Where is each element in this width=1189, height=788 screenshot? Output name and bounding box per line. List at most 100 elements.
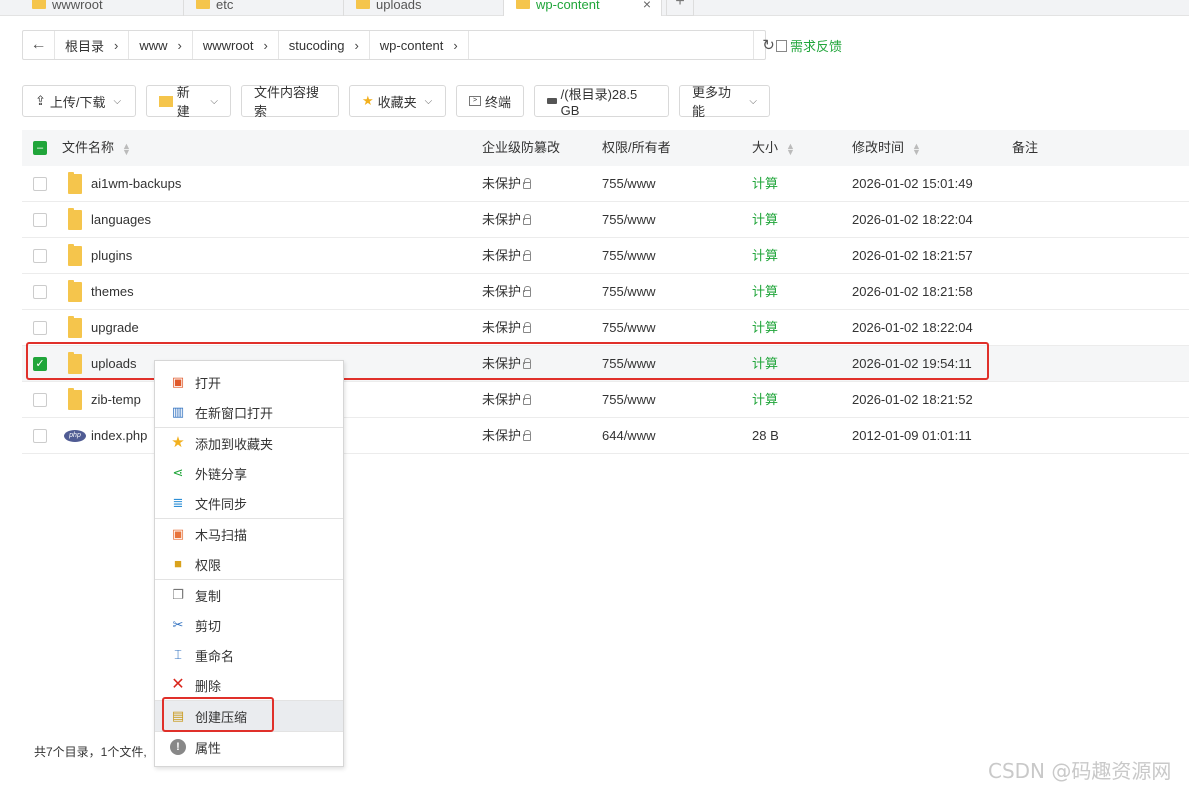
button-label: /(根目录)28.5 GB <box>560 87 638 118</box>
permission-owner[interactable]: 755/www <box>602 382 655 418</box>
header-note: 备注 <box>1012 140 1039 155</box>
chevron-down-icon: ⌵ <box>113 95 122 107</box>
menu-item-delete[interactable]: ✕ 删除 <box>155 670 343 700</box>
file-size[interactable]: 计算 <box>752 310 778 346</box>
file-name[interactable]: themes <box>91 274 134 310</box>
tamper-label: 未保护 <box>482 284 522 299</box>
breadcrumb-www[interactable]: www › <box>129 31 193 59</box>
file-size[interactable]: 计算 <box>752 166 778 202</box>
chevron-down-icon: ⌵ <box>424 95 433 107</box>
breadcrumb-wwwroot[interactable]: wwwroot › <box>193 31 279 59</box>
table-row[interactable]: themes 未保护 755/www 计算 2026-01-02 18:21:58 <box>22 274 1189 310</box>
menu-item-sync[interactable]: ≣ 文件同步 <box>155 488 343 518</box>
permission-icon: ■ <box>174 556 182 571</box>
menu-item-rename[interactable]: ⌶ 重命名 <box>155 640 343 670</box>
folder-icon <box>68 388 82 410</box>
tamper-status[interactable]: 未保护 <box>482 202 532 238</box>
select-all-checkbox[interactable]: – <box>33 141 47 155</box>
menu-item-open-new-window[interactable]: ▥ 在新窗口打开 <box>155 397 343 427</box>
php-file-icon: php <box>64 430 86 442</box>
file-size[interactable]: 计算 <box>752 274 778 310</box>
tab-wwwroot[interactable]: wwwroot <box>20 0 184 16</box>
row-checkbox[interactable] <box>33 285 47 299</box>
breadcrumb-wp-content[interactable]: wp-content › <box>370 31 469 59</box>
permission-owner[interactable]: 644/www <box>602 418 655 454</box>
tamper-status[interactable]: 未保护 <box>482 238 532 274</box>
file-name[interactable]: index.php <box>91 418 147 454</box>
tamper-status[interactable]: 未保护 <box>482 166 532 202</box>
share-icon: ⋖ <box>172 465 184 480</box>
row-checkbox[interactable] <box>33 249 47 263</box>
disk-button[interactable]: /(根目录)28.5 GB <box>534 85 669 118</box>
menu-item-copy[interactable]: ❐ 复制 <box>155 580 343 610</box>
menu-label: 在新窗口打开 <box>195 405 274 421</box>
file-name[interactable]: plugins <box>91 238 132 274</box>
file-size[interactable]: 计算 <box>752 238 778 274</box>
permission-owner[interactable]: 755/www <box>602 274 655 310</box>
menu-item-permission[interactable]: ■ 权限 <box>155 549 343 579</box>
file-name[interactable]: upgrade <box>91 310 139 346</box>
favorites-button[interactable]: ★ 收藏夹 ⌵ <box>349 85 446 117</box>
tab-wp-content[interactable]: wp-content × <box>504 0 662 16</box>
path-bar[interactable]: ← 根目录 › www › wwwroot › stucoding › wp-conte… <box>22 30 775 60</box>
menu-item-trojan-scan[interactable]: ▣ 木马扫描 <box>155 519 343 549</box>
header-mtime[interactable]: 修改时间 ▲ ▼ <box>852 130 921 166</box>
menu-item-share[interactable]: ⋖ 外链分享 <box>155 458 343 488</box>
more-functions-button[interactable]: 更多功能 ⌵ <box>679 85 770 119</box>
menu-item-cut[interactable]: ✂ 剪切 <box>155 610 343 640</box>
tamper-status[interactable]: 未保护 <box>482 382 532 418</box>
table-row[interactable]: upgrade 未保护 755/www 计算 2026-01-02 18:22:04 <box>22 310 1189 346</box>
row-checkbox[interactable] <box>33 393 47 407</box>
header-name[interactable]: 文件名称 ▲ ▼ <box>62 130 131 166</box>
permission-owner[interactable]: 755/www <box>602 238 655 274</box>
modified-time: 2026-01-02 18:21:52 <box>852 392 973 407</box>
button-label: 上传/下载 <box>49 94 106 110</box>
file-name[interactable]: languages <box>91 202 151 238</box>
permission-owner[interactable]: 755/www <box>602 310 655 346</box>
breadcrumb-stucoding[interactable]: stucoding › <box>279 31 370 59</box>
button-label: 更多功能 <box>692 85 732 119</box>
menu-item-add-favorite[interactable]: ★ 添加到收藏夹 <box>155 428 343 458</box>
row-checkbox[interactable] <box>33 213 47 227</box>
tamper-status[interactable]: 未保护 <box>482 274 532 310</box>
file-size[interactable]: 计算 <box>752 382 778 418</box>
upload-download-button[interactable]: ⇪ 上传/下载 ⌵ <box>22 85 136 117</box>
permission-owner[interactable]: 755/www <box>602 202 655 238</box>
menu-label: 文件同步 <box>195 496 248 512</box>
row-checkbox[interactable] <box>33 321 47 335</box>
row-checkbox[interactable] <box>33 429 47 443</box>
menu-item-properties[interactable]: ! 属性 <box>155 732 343 762</box>
summary-text: 共7个目录，1个文件, <box>34 745 147 759</box>
file-name[interactable]: zib-temp <box>91 382 141 418</box>
file-size[interactable]: 计算 <box>752 202 778 238</box>
close-icon[interactable]: × <box>643 0 651 12</box>
tamper-label: 未保护 <box>482 320 522 335</box>
permission-owner[interactable]: 755/www <box>602 166 655 202</box>
table-row[interactable]: ai1wm-backups 未保护 755/www 计算 2026-01-02 15:0… <box>22 166 1189 202</box>
table-row[interactable]: languages 未保护 755/www 计算 2026-01-02 18:22:04 <box>22 202 1189 238</box>
back-icon[interactable]: ← <box>23 31 55 59</box>
delete-icon: ✕ <box>171 676 185 693</box>
breadcrumb-root[interactable]: 根目录 › <box>55 31 130 59</box>
terminal-button[interactable]: > 终端 <box>456 85 524 117</box>
header-size[interactable]: 大小 ▲ ▼ <box>752 130 795 166</box>
tab-uploads[interactable]: uploads <box>344 0 504 16</box>
new-tab-button[interactable]: + <box>666 0 694 16</box>
tamper-label: 未保护 <box>482 428 522 443</box>
table-row[interactable]: plugins 未保护 755/www 计算 2026-01-02 18:21:57 <box>22 238 1189 274</box>
tamper-status[interactable]: 未保护 <box>482 418 532 454</box>
menu-item-open[interactable]: ▣ 打开 <box>155 367 343 397</box>
scan-icon: ▣ <box>171 526 185 541</box>
tamper-status[interactable]: 未保护 <box>482 310 532 346</box>
upload-icon: ⇪ <box>35 93 46 108</box>
file-name[interactable]: ai1wm-backups <box>91 166 181 202</box>
button-label: 文件内容搜索 <box>254 85 320 119</box>
folder-icon <box>516 0 530 9</box>
tab-etc[interactable]: etc <box>184 0 344 16</box>
new-button[interactable]: 新建 ⌵ <box>146 85 231 119</box>
content-search-button[interactable]: 文件内容搜索 <box>241 85 339 119</box>
modified-time: 2026-01-02 18:22:04 <box>852 212 973 227</box>
row-checkbox[interactable] <box>33 177 47 191</box>
feedback-link[interactable]: 需求反馈 <box>776 36 842 55</box>
modified-time: 2026-01-02 18:22:04 <box>852 320 973 335</box>
